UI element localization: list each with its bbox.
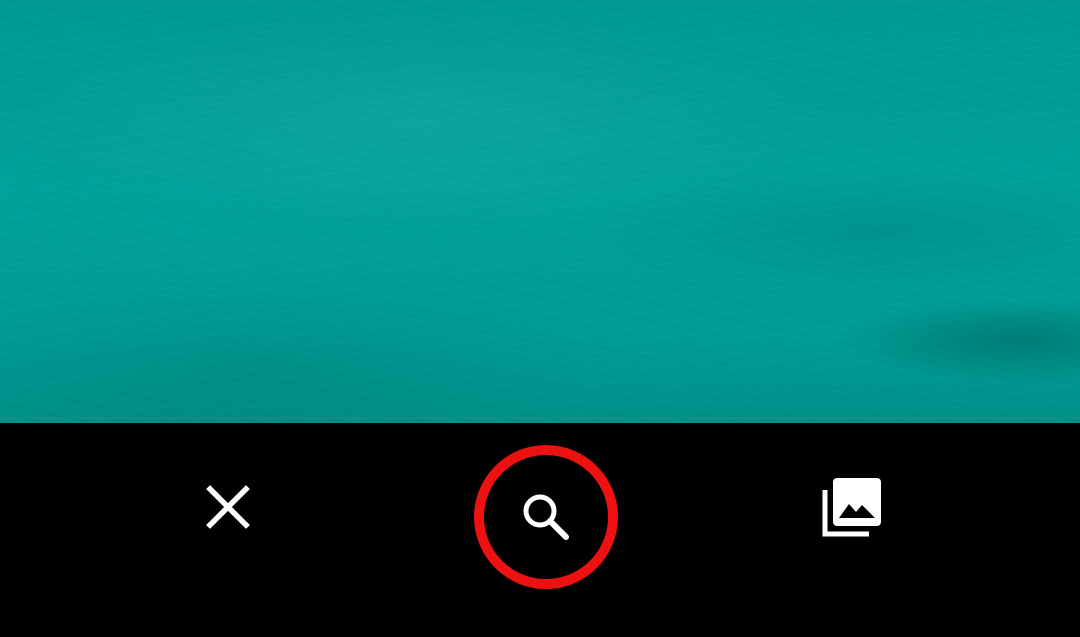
bottom-control-bar: [0, 423, 1080, 637]
viewfinder-surface-texture: [0, 0, 1080, 423]
camera-viewfinder[interactable]: [0, 0, 1080, 423]
search-highlight-ring: [474, 445, 618, 589]
search-button[interactable]: [474, 445, 618, 589]
photo-library-icon: [822, 478, 881, 537]
gallery-button[interactable]: [812, 467, 892, 547]
close-button[interactable]: [188, 467, 268, 547]
close-icon: [206, 485, 250, 529]
camera-search-screen: [0, 0, 1080, 637]
